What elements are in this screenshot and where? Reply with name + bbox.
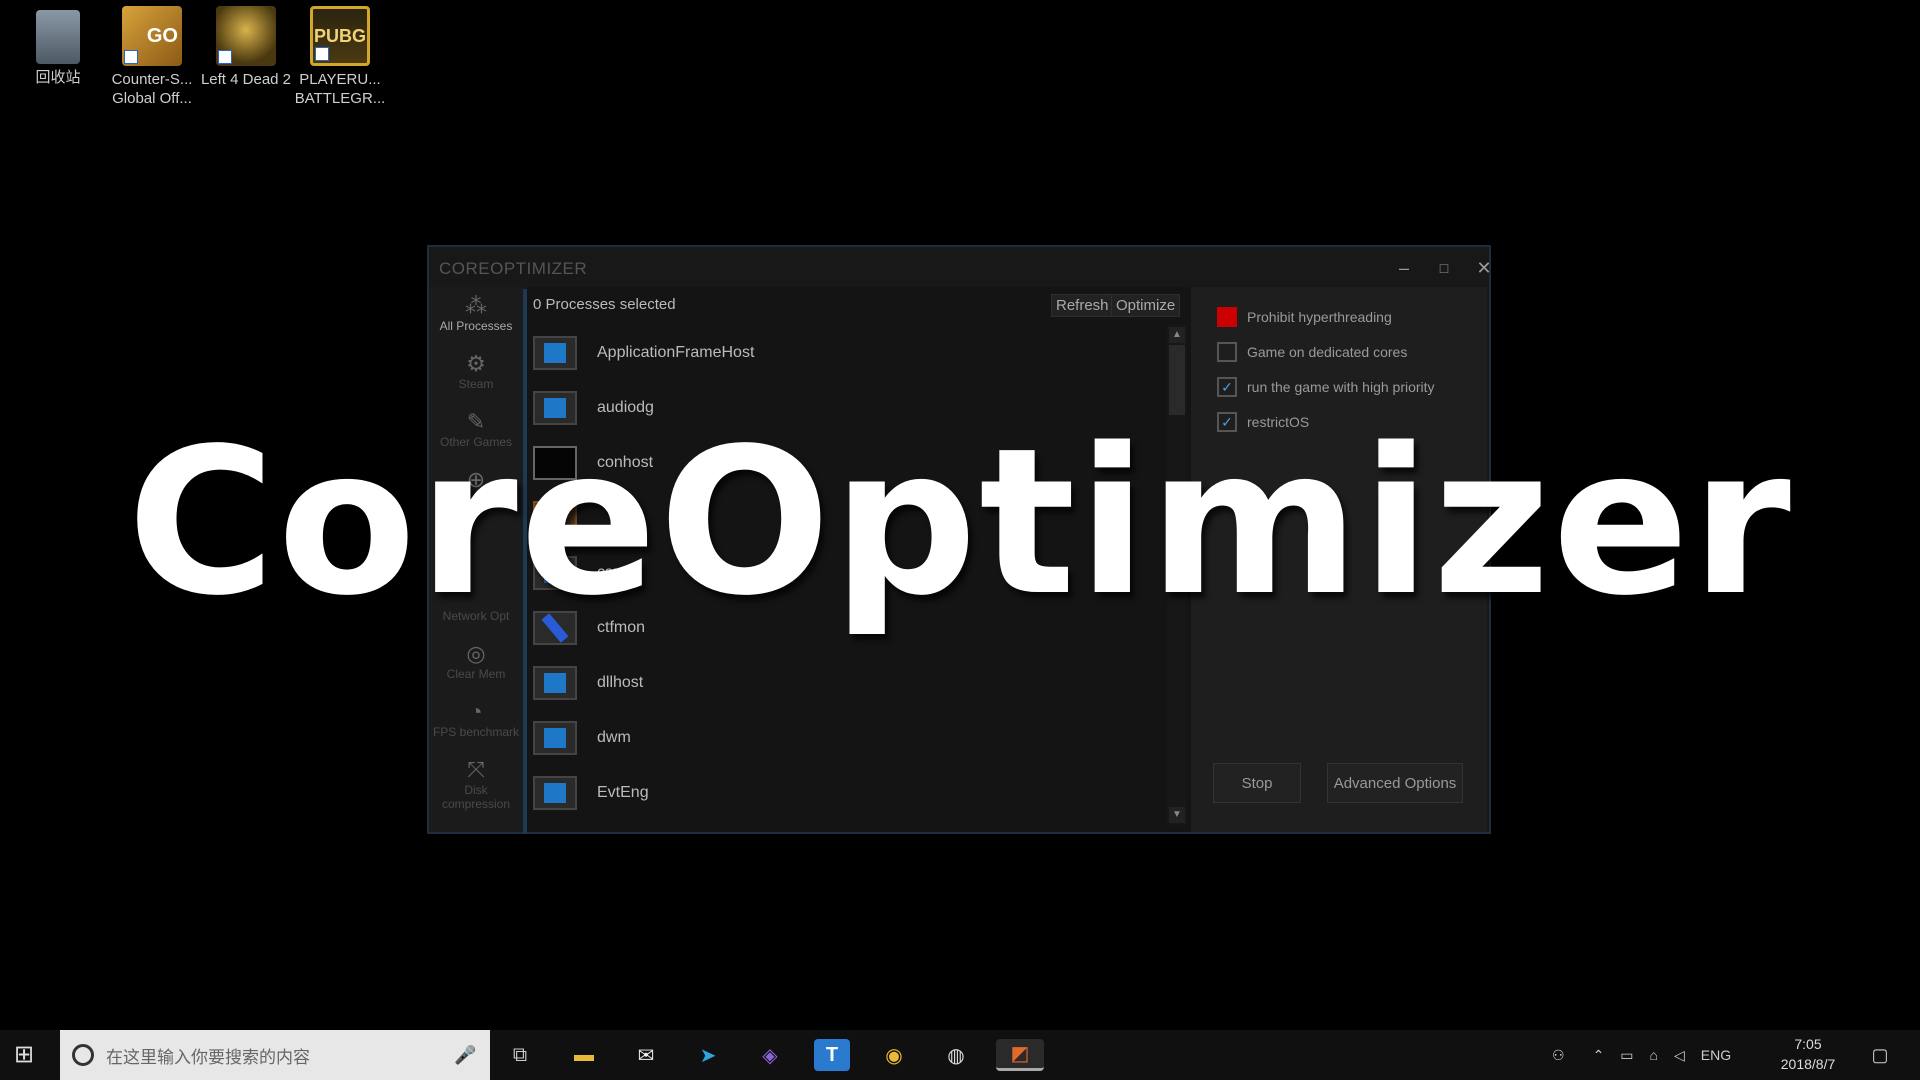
desktop-icon-pubg[interactable]: PUBG PLAYERU... BATTLEGR... — [294, 6, 386, 108]
checkbox[interactable] — [1217, 307, 1237, 327]
stop-button[interactable]: Stop — [1213, 763, 1301, 803]
csgo-icon: GO — [122, 6, 182, 66]
desktop-icon-label: Counter-S... Global Off... — [111, 71, 193, 107]
chrome-icon[interactable]: ◉ — [876, 1039, 912, 1071]
clock[interactable]: 7:05 2018/8/7 — [1768, 1034, 1848, 1074]
clock-date: 2018/8/7 — [1780, 1056, 1836, 1072]
clock-time: 7:05 — [1794, 1036, 1822, 1052]
sidebar-item-clear-mem[interactable]: ◎ Clear Mem — [429, 635, 523, 693]
desktop-icon-label: PLAYERU... BATTLEGR... — [294, 71, 386, 107]
volume-icon[interactable]: ◁ — [1674, 1047, 1685, 1064]
maximize-button[interactable]: □ — [1429, 257, 1459, 279]
desktop-icon-csgo[interactable]: GO Counter-S... Global Off... — [106, 6, 198, 108]
windows-start-icon[interactable]: ⊞ — [14, 1042, 40, 1068]
scroll-down-icon[interactable]: ▼ — [1169, 807, 1185, 823]
sidebar-item-disk-compression[interactable]: ⤧ Disk compression — [429, 751, 523, 811]
sidebar-item-steam[interactable]: ⚙ Steam — [429, 345, 523, 403]
file-explorer-icon[interactable]: ▬ — [566, 1039, 602, 1071]
process-row[interactable]: ApplicationFrameHost — [533, 325, 1173, 380]
process-name: dllhost — [597, 673, 644, 691]
ball-app-icon[interactable]: ◍ — [938, 1039, 974, 1071]
coreoptimizer-icon[interactable]: ◩ — [996, 1039, 1044, 1071]
advanced-options-button[interactable]: Advanced Options — [1327, 763, 1463, 803]
shortcut-arrow-icon — [218, 50, 232, 64]
notification-icon[interactable]: ▢ — [1862, 1039, 1898, 1071]
sidebar-item-fps-benchmark[interactable]: ◔ FPS benchmark — [429, 693, 523, 751]
process-row[interactable]: dwm — [533, 710, 1173, 765]
refresh-button[interactable]: Refresh — [1051, 294, 1114, 317]
process-name: dwm — [597, 728, 631, 746]
process-row[interactable]: EvtEng — [533, 765, 1173, 820]
desktop-icon-recycle-bin[interactable]: 回收站 — [12, 6, 104, 108]
mail-icon[interactable]: ✉ — [628, 1039, 664, 1071]
visual-studio-icon[interactable]: ◈ — [752, 1039, 788, 1071]
option-dedicated-cores[interactable]: Game on dedicated cores — [1217, 342, 1407, 362]
close-button[interactable]: ✕ — [1469, 257, 1499, 279]
task-view-icon[interactable]: ⧉ — [502, 1039, 538, 1071]
checkbox[interactable] — [1217, 342, 1237, 362]
desktop-icon-label: 回收站 — [35, 69, 81, 86]
desktop-icon-label: Left 4 Dead 2 — [200, 71, 292, 88]
recycle-bin-icon — [36, 10, 80, 64]
window-icon — [533, 775, 577, 810]
monitor-icon[interactable]: ▭ — [1620, 1047, 1633, 1064]
taskbar-search-box[interactable]: 在这里输入你要搜索的内容 🎤 — [60, 1030, 490, 1080]
option-prohibit-hyperthreading[interactable]: Prohibit hyperthreading — [1217, 307, 1392, 327]
checkbox-checked[interactable]: ✓ — [1217, 377, 1237, 397]
optimize-button[interactable]: Optimize — [1111, 294, 1181, 317]
process-name: EvtEng — [597, 783, 649, 801]
minimize-button[interactable]: – — [1389, 257, 1419, 279]
chevron-up-icon[interactable]: ⌃ — [1593, 1047, 1605, 1064]
search-placeholder: 在这里输入你要搜索的内容 — [106, 1047, 310, 1067]
processes-selected-text: 0 Processes selected — [533, 296, 676, 313]
shortcut-arrow-icon — [124, 50, 138, 64]
window-title: COREOPTIMIZER — [439, 259, 588, 278]
language-indicator[interactable]: ENG — [1701, 1047, 1731, 1063]
taskbar: ⊞ 在这里输入你要搜索的内容 🎤 ⧉ ▬ ✉ ➤ ◈ T ◉ ◍ ◩ ⚇ ⌃ ▭… — [0, 1030, 1920, 1080]
window-icon — [533, 720, 577, 755]
pubg-icon: PUBG — [310, 6, 370, 66]
l4d2-icon — [216, 6, 276, 66]
system-tray: ⚇ ⌃ ▭ ⌂ ◁ ENG — [1552, 1030, 1731, 1080]
cortana-icon — [72, 1044, 94, 1066]
shortcut-arrow-icon — [315, 47, 329, 61]
gauge-icon: ◔ — [469, 699, 483, 724]
t-app-icon[interactable]: T — [814, 1039, 850, 1071]
steam-icon: ⚙ — [466, 351, 486, 376]
people-icon[interactable]: ⚇ — [1552, 1047, 1565, 1064]
compress-icon: ⤧ — [467, 757, 485, 782]
desktop-icon-l4d2[interactable]: Left 4 Dead 2 — [200, 6, 292, 108]
process-name: ApplicationFrameHost — [597, 343, 755, 361]
window-icon — [533, 335, 577, 370]
desktop-icons: 回收站 GO Counter-S... Global Off... Left 4… — [12, 6, 386, 108]
microphone-icon[interactable]: 🎤 — [454, 1045, 476, 1066]
processes-icon: ⁂ — [465, 293, 487, 318]
title-bar[interactable]: COREOPTIMIZER – □ ✕ — [429, 247, 1492, 287]
memory-icon: ◎ — [466, 641, 486, 666]
scroll-up-icon[interactable]: ▲ — [1169, 327, 1185, 343]
sidebar-item-all-processes[interactable]: ⁂ All Processes — [429, 287, 523, 345]
process-row[interactable]: dllhost — [533, 655, 1173, 710]
telegram-icon[interactable]: ➤ — [690, 1039, 726, 1071]
overlay-title: CoreOptimizer — [127, 404, 1793, 640]
network-icon[interactable]: ⌂ — [1650, 1047, 1658, 1063]
window-icon — [533, 665, 577, 700]
option-high-priority[interactable]: ✓ run the game with high priority — [1217, 377, 1435, 397]
